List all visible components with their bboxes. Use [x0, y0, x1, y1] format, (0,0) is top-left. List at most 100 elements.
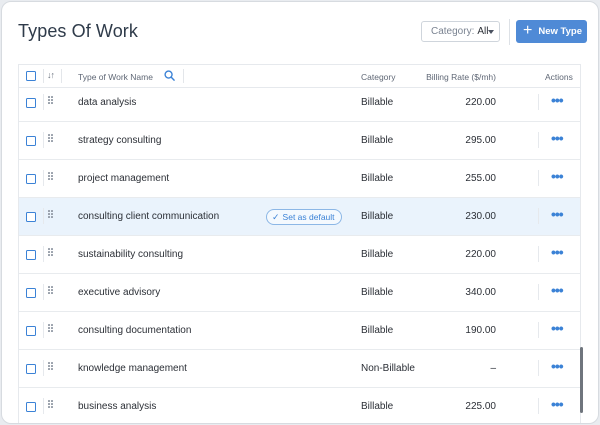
more-actions-icon[interactable]: ••• [551, 396, 564, 412]
header-divider [509, 19, 510, 45]
drag-handle-icon[interactable] [48, 324, 54, 336]
new-type-button[interactable]: + New Type [516, 20, 587, 43]
row-checkbox[interactable] [26, 402, 36, 412]
row-name: sustainability consulting [78, 249, 184, 260]
check-icon: ✓ [272, 211, 280, 222]
more-actions-icon[interactable]: ••• [551, 130, 564, 146]
column-divider [538, 208, 539, 224]
drag-handle-icon[interactable] [48, 210, 54, 222]
table-row[interactable]: sustainability consulting Billable 220.00 •… [19, 236, 580, 274]
column-header-name[interactable]: Type of Work Name [78, 72, 153, 82]
row-name: consulting documentation [78, 325, 192, 336]
row-billing-rate: 230.00 [465, 211, 496, 222]
row-billing-rate: 340.00 [465, 287, 496, 298]
select-all-checkbox[interactable] [26, 71, 36, 81]
row-category: Billable [361, 97, 394, 108]
row-name: project management [78, 173, 170, 184]
more-actions-icon[interactable]: ••• [551, 282, 564, 298]
row-name: strategy consulting [78, 135, 162, 146]
row-name: consulting client communication [78, 211, 220, 222]
category-filter-select[interactable]: Category: All [421, 21, 500, 42]
search-icon[interactable] [164, 70, 175, 81]
sort-icon[interactable]: ↓↑ [47, 70, 55, 80]
row-billing-rate: 225.00 [465, 401, 496, 412]
column-divider [43, 398, 44, 414]
row-name: knowledge management [78, 363, 187, 374]
drag-handle-icon[interactable] [48, 362, 54, 374]
page-title: Types Of Work [18, 21, 138, 41]
column-divider [538, 94, 539, 110]
row-category: Billable [361, 401, 394, 412]
row-billing-rate: 295.00 [465, 135, 496, 146]
column-header-actions: Actions [545, 72, 573, 82]
column-divider [538, 322, 539, 338]
plus-icon: + [523, 21, 533, 39]
column-divider [61, 69, 62, 83]
row-checkbox[interactable] [26, 288, 36, 298]
chevron-down-icon [488, 30, 494, 34]
row-billing-rate: 190.00 [465, 325, 496, 336]
row-checkbox[interactable] [26, 174, 36, 184]
row-checkbox[interactable] [26, 98, 36, 108]
column-divider [43, 69, 44, 83]
row-category: Billable [361, 211, 394, 222]
more-actions-icon[interactable]: ••• [551, 206, 564, 222]
column-divider [43, 322, 44, 338]
drag-handle-icon[interactable] [48, 134, 54, 146]
more-actions-icon[interactable]: ••• [551, 92, 564, 108]
column-divider [43, 94, 44, 110]
row-name: data analysis [78, 97, 137, 108]
column-divider [43, 132, 44, 148]
column-header-rate[interactable]: Billing Rate ($/mh) [426, 72, 496, 82]
column-divider [538, 246, 539, 262]
table-row[interactable]: consulting client communication ✓ Set as d… [19, 198, 580, 236]
column-divider [538, 398, 539, 414]
row-checkbox[interactable] [26, 326, 36, 336]
row-billing-rate: 255.00 [465, 173, 496, 184]
category-filter-label: Category: [431, 26, 475, 37]
set-as-default-button[interactable]: ✓ Set as default [266, 209, 342, 225]
table-row[interactable]: knowledge management Non-Billable – ••• [19, 350, 580, 388]
more-actions-icon[interactable]: ••• [551, 244, 564, 260]
row-billing-rate: 220.00 [465, 249, 496, 260]
row-category: Billable [361, 135, 394, 146]
table-row[interactable]: executive advisory Billable 340.00 ••• [19, 274, 580, 312]
row-category: Billable [361, 325, 394, 336]
table-row[interactable]: project management Billable 255.00 ••• [19, 160, 580, 198]
set-as-default-label: Set as default [282, 212, 335, 222]
table-row[interactable]: strategy consulting Billable 295.00 ••• [19, 122, 580, 160]
column-divider [538, 132, 539, 148]
drag-handle-icon[interactable] [48, 96, 54, 108]
drag-handle-icon[interactable] [48, 400, 54, 412]
more-actions-icon[interactable]: ••• [551, 320, 564, 336]
row-billing-rate: 220.00 [465, 97, 496, 108]
table-scrollbar[interactable] [580, 347, 583, 413]
column-divider [43, 360, 44, 376]
drag-handle-icon[interactable] [48, 286, 54, 298]
more-actions-icon[interactable]: ••• [551, 168, 564, 184]
row-checkbox[interactable] [26, 250, 36, 260]
more-actions-icon[interactable]: ••• [551, 358, 564, 374]
column-header-category[interactable]: Category [361, 72, 396, 82]
column-divider [43, 284, 44, 300]
table-row[interactable]: business analysis Billable 225.00 ••• [19, 388, 580, 423]
row-checkbox[interactable] [26, 364, 36, 374]
column-divider [43, 208, 44, 224]
table-row[interactable]: data analysis Billable 220.00 ••• [19, 84, 580, 122]
row-category: Billable [361, 249, 394, 260]
column-divider [538, 170, 539, 186]
row-category: Billable [361, 173, 394, 184]
row-name: executive advisory [78, 287, 161, 298]
row-name: business analysis [78, 401, 157, 412]
table-row[interactable]: consulting documentation Billable 190.00 ••… [19, 312, 580, 350]
column-divider [538, 284, 539, 300]
category-filter-value: All [477, 26, 489, 37]
new-type-button-label: New Type [538, 26, 582, 37]
drag-handle-icon[interactable] [48, 172, 54, 184]
types-table: ↓↑ Type of Work Name Category Billing Ra… [18, 64, 581, 423]
row-checkbox[interactable] [26, 212, 36, 222]
column-divider [43, 170, 44, 186]
types-of-work-panel: Types Of Work Category: All + New Type ↓… [1, 1, 599, 424]
drag-handle-icon[interactable] [48, 248, 54, 260]
row-checkbox[interactable] [26, 136, 36, 146]
